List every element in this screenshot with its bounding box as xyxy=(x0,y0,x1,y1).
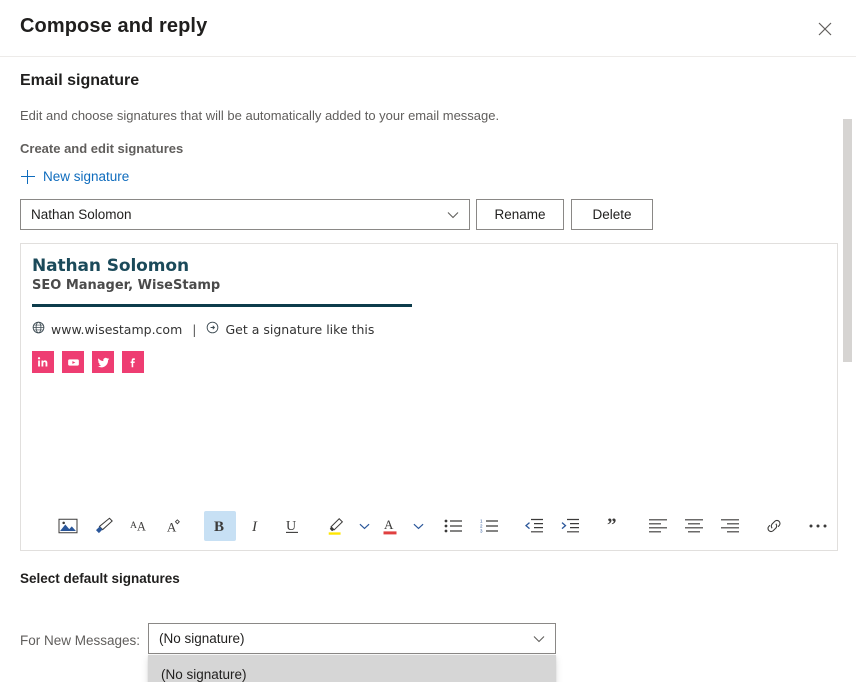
signature-select-dropdown[interactable]: Nathan Solomon xyxy=(20,199,470,230)
align-center-icon[interactable] xyxy=(678,511,710,541)
svg-text:A: A xyxy=(384,517,394,532)
link-icon[interactable] xyxy=(758,511,790,541)
highlight-chevron-icon[interactable] xyxy=(356,511,372,541)
new-messages-dropdown-menu: (No signature) Nathan Solomon xyxy=(148,655,556,682)
for-new-messages-label: For New Messages: xyxy=(20,633,140,648)
plus-icon xyxy=(21,170,35,184)
signature-separator: | xyxy=(192,322,196,337)
svg-text:A: A xyxy=(130,520,137,531)
arrow-circle-icon xyxy=(206,321,219,337)
signature-select-value: Nathan Solomon xyxy=(31,207,132,222)
svg-text:I: I xyxy=(251,519,258,535)
default-signatures-title: Select default signatures xyxy=(20,571,180,586)
twitter-icon[interactable] xyxy=(92,351,114,373)
bulleted-list-icon[interactable] xyxy=(438,511,470,541)
formatting-toolbar: AA A B I U xyxy=(21,502,837,550)
signature-cta[interactable]: Get a signature like this xyxy=(225,322,374,337)
compose-and-reply-panel: Compose and reply Email signature Edit a… xyxy=(0,0,856,682)
chevron-down-icon xyxy=(533,631,545,646)
italic-icon[interactable]: I xyxy=(240,511,272,541)
svg-text:A: A xyxy=(137,519,146,533)
font-color-chevron-icon[interactable] xyxy=(410,511,426,541)
create-and-edit-label: Create and edit signatures xyxy=(20,141,183,156)
panel-header: Compose and reply xyxy=(0,0,856,57)
signature-links-row: www.wisestamp.com | Get a signature like… xyxy=(32,321,827,337)
signature-social-row xyxy=(32,351,827,373)
youtube-icon[interactable] xyxy=(62,351,84,373)
signature-divider xyxy=(32,304,412,307)
increase-indent-icon[interactable] xyxy=(554,511,586,541)
rename-button[interactable]: Rename xyxy=(476,199,564,230)
settings-content: Email signature Edit and choose signatur… xyxy=(0,57,856,682)
close-button[interactable] xyxy=(810,14,840,44)
signature-editor[interactable]: Nathan Solomon SEO Manager, WiseStamp ww… xyxy=(20,243,838,551)
section-description: Edit and choose signatures that will be … xyxy=(20,108,499,123)
linkedin-icon[interactable] xyxy=(32,351,54,373)
svg-text:”: ” xyxy=(607,517,617,535)
close-icon xyxy=(818,22,832,36)
globe-icon xyxy=(32,321,45,337)
signature-role: SEO Manager, WiseStamp xyxy=(32,278,827,293)
svg-text:3: 3 xyxy=(480,529,483,534)
decrease-indent-icon[interactable] xyxy=(518,511,550,541)
new-messages-value: (No signature) xyxy=(159,631,245,646)
increase-font-size-icon[interactable]: AA xyxy=(124,511,156,541)
insert-picture-icon[interactable] xyxy=(52,511,84,541)
section-title-email-signature: Email signature xyxy=(20,72,139,90)
font-color-icon[interactable]: A xyxy=(374,511,406,541)
facebook-icon[interactable] xyxy=(122,351,144,373)
new-messages-dropdown[interactable]: (No signature) xyxy=(148,623,556,654)
align-left-icon[interactable] xyxy=(642,511,674,541)
page-title: Compose and reply xyxy=(20,15,207,38)
bold-icon[interactable]: B xyxy=(204,511,236,541)
quote-icon[interactable]: ” xyxy=(598,511,630,541)
chevron-down-icon xyxy=(447,207,459,222)
underline-icon[interactable]: U xyxy=(276,511,308,541)
dropdown-option-no-signature[interactable]: (No signature) xyxy=(149,656,555,682)
new-signature-label: New signature xyxy=(43,169,129,184)
highlight-icon[interactable] xyxy=(320,511,352,541)
signature-preview: Nathan Solomon SEO Manager, WiseStamp ww… xyxy=(32,256,827,373)
svg-text:B: B xyxy=(214,519,224,535)
numbered-list-icon[interactable]: 123 xyxy=(474,511,506,541)
format-painter-icon[interactable] xyxy=(88,511,120,541)
scrollbar-thumb[interactable] xyxy=(843,119,852,362)
signature-website[interactable]: www.wisestamp.com xyxy=(51,322,182,337)
new-signature-button[interactable]: New signature xyxy=(18,167,132,186)
svg-text:U: U xyxy=(286,519,296,534)
signature-name: Nathan Solomon xyxy=(32,256,827,277)
more-options-icon[interactable] xyxy=(802,511,834,541)
decrease-font-size-icon[interactable]: A xyxy=(160,511,192,541)
align-right-icon[interactable] xyxy=(714,511,746,541)
delete-button[interactable]: Delete xyxy=(571,199,653,230)
